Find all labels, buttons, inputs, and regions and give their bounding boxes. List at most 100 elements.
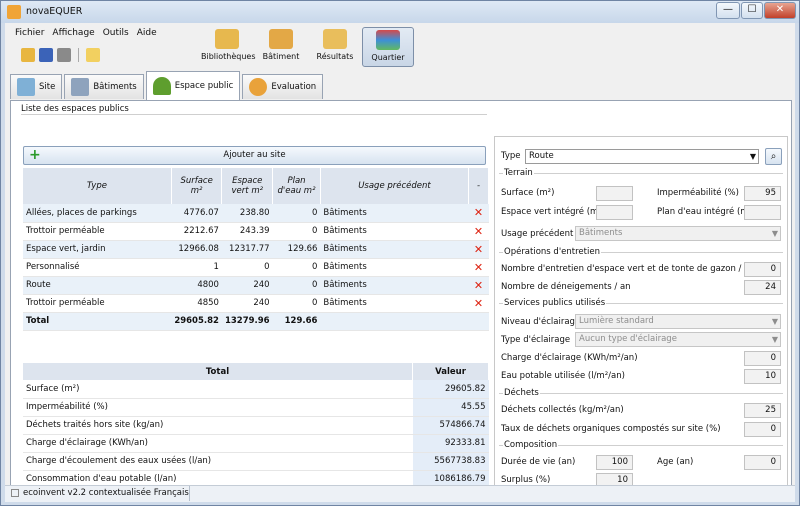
plan-eau-field[interactable] bbox=[744, 205, 781, 220]
eau-potable-field[interactable]: 10 bbox=[744, 369, 781, 384]
charge-eclairage-label: Charge d'éclairage (KWh/m²/an) bbox=[501, 353, 638, 363]
results-folder-icon bbox=[323, 29, 347, 49]
table-row[interactable]: Trottoir perméable 4850 240 0 Bâtiments … bbox=[23, 294, 489, 313]
tab-batiments-label: Bâtiments bbox=[93, 82, 137, 92]
new-folder-icon[interactable] bbox=[86, 48, 100, 62]
minimize-button[interactable]: — bbox=[716, 2, 740, 19]
col-surface[interactable]: Surface m² bbox=[171, 168, 223, 204]
toolbar-resultats-button[interactable]: Résultats bbox=[309, 27, 361, 67]
section-title: Liste des espaces publics bbox=[21, 104, 129, 114]
cell-espace-vert: 240 bbox=[221, 294, 273, 313]
menu-affichage[interactable]: Affichage bbox=[52, 28, 94, 38]
cell-espace-vert: 12317.77 bbox=[221, 240, 273, 259]
menu-aide[interactable]: Aide bbox=[137, 28, 157, 38]
impermeabilite-label: Imperméabilité (%) bbox=[657, 188, 739, 198]
total-row: Total 29605.82 13279.96 129.66 bbox=[23, 312, 489, 331]
add-to-site-button[interactable]: + Ajouter au site bbox=[23, 146, 486, 165]
app-window: novaEQUER — ☐ ✕ Fichier Affichage Outils… bbox=[0, 0, 800, 506]
table-row[interactable]: Espace vert, jardin 12966.08 12317.77 12… bbox=[23, 240, 489, 259]
charge-eclairage-field[interactable]: 0 bbox=[744, 351, 781, 366]
gazon-field[interactable]: 0 bbox=[744, 262, 781, 277]
cell-usage: Bâtiments bbox=[320, 240, 469, 259]
niveau-eclairage-label: Niveau d'éclairage bbox=[501, 317, 581, 327]
add-to-site-label: Ajouter au site bbox=[223, 150, 286, 160]
status-text: ecoinvent v2.2 contextualisée Français bbox=[23, 488, 189, 498]
deneigement-field[interactable]: 24 bbox=[744, 280, 781, 295]
espace-public-panel: Liste des espaces publics + Ajouter au s… bbox=[10, 100, 792, 491]
delete-icon[interactable]: ✕ bbox=[468, 258, 489, 277]
total-surface: 29605.82 bbox=[171, 312, 222, 331]
summary-value: 92333.81 bbox=[412, 434, 489, 453]
table-row[interactable]: Personnalisé 1 0 0 Bâtiments ✕ bbox=[23, 258, 489, 277]
surface-field[interactable] bbox=[596, 186, 633, 201]
toolbar-batiment-button[interactable]: Bâtiment bbox=[255, 27, 307, 67]
usage-precedent-select[interactable]: Bâtiments ▼ bbox=[575, 226, 781, 241]
delete-icon[interactable]: ✕ bbox=[468, 222, 489, 241]
niveau-eclairage-select[interactable]: Lumière standard ▼ bbox=[575, 314, 781, 329]
age-field[interactable]: 0 bbox=[744, 455, 781, 470]
summary-row: Surface (m²) 29605.82 bbox=[23, 380, 489, 399]
delete-icon[interactable]: ✕ bbox=[468, 294, 489, 313]
table-header: Type Surface m² Espace vert m² Plan d'ea… bbox=[23, 168, 489, 204]
delete-icon[interactable]: ✕ bbox=[468, 276, 489, 295]
chevron-down-icon: ▼ bbox=[771, 229, 778, 238]
buildings-icon bbox=[71, 78, 90, 96]
col-delete: - bbox=[468, 168, 489, 204]
close-button[interactable]: ✕ bbox=[764, 2, 796, 19]
toolbar-quartier-label: Quartier bbox=[371, 53, 405, 62]
app-logo-icon bbox=[7, 5, 21, 19]
toolbar-quartier-button[interactable]: Quartier bbox=[362, 27, 414, 67]
type-eclairage-select[interactable]: Aucun type d'éclairage ▼ bbox=[575, 332, 781, 347]
terrain-title: Terrain bbox=[503, 168, 534, 178]
tab-espace-public[interactable]: Espace public bbox=[145, 71, 241, 100]
cell-surface: 2212.67 bbox=[171, 222, 222, 241]
services-title: Services publics utilisés bbox=[503, 298, 607, 308]
toolbar-bibliotheques-button[interactable]: Bibliothèques bbox=[201, 27, 256, 67]
taux-dechets-field[interactable]: 0 bbox=[744, 422, 781, 437]
table-row[interactable]: Trottoir perméable 2212.67 243.39 0 Bâti… bbox=[23, 222, 489, 241]
summary-col-total[interactable]: Total bbox=[23, 363, 414, 380]
plan-eau-label: Plan d'eau intégré (m²) bbox=[657, 207, 756, 217]
section-divider bbox=[21, 114, 487, 115]
tools-icon[interactable] bbox=[57, 48, 71, 62]
table-row[interactable]: Allées, places de parkings 4776.07 238.8… bbox=[23, 204, 489, 223]
dechets-title: Déchets bbox=[503, 388, 540, 398]
table-row[interactable]: Route 4800 240 0 Bâtiments ✕ bbox=[23, 276, 489, 295]
public-spaces-table: Type Surface m² Espace vert m² Plan d'ea… bbox=[23, 168, 489, 331]
impermeabilite-field[interactable]: 95 bbox=[744, 186, 781, 201]
summary-col-valeur[interactable]: Valeur bbox=[412, 363, 489, 380]
toolbar-bibliotheques-label: Bibliothèques bbox=[201, 52, 256, 61]
district-map-icon bbox=[376, 30, 400, 50]
duree-vie-field[interactable]: 100 bbox=[596, 455, 633, 470]
type-select[interactable]: Route ▼ bbox=[525, 149, 759, 164]
search-button[interactable]: ⌕ bbox=[765, 148, 782, 165]
espace-vert-field[interactable] bbox=[596, 205, 633, 220]
tab-evaluation[interactable]: Evaluation bbox=[242, 74, 324, 99]
dechets-collectes-label: Déchets collectés (kg/m²/an) bbox=[501, 405, 624, 415]
site-map-icon bbox=[17, 78, 35, 96]
chevron-down-icon: ▼ bbox=[749, 152, 756, 161]
col-usage[interactable]: Usage précédent bbox=[320, 168, 470, 204]
col-plan-eau[interactable]: Plan d'eau m² bbox=[272, 168, 321, 204]
delete-icon[interactable]: ✕ bbox=[468, 240, 489, 259]
cell-type: Allées, places de parkings bbox=[23, 204, 172, 223]
search-icon: ⌕ bbox=[770, 151, 777, 162]
open-folder-icon[interactable] bbox=[21, 48, 35, 62]
main-tabs: Site Bâtiments Espace public Evaluation bbox=[10, 71, 324, 100]
menu-outils[interactable]: Outils bbox=[103, 28, 129, 38]
duree-vie-label: Durée de vie (an) bbox=[501, 457, 576, 467]
tab-site[interactable]: Site bbox=[10, 74, 63, 99]
tab-batiments[interactable]: Bâtiments bbox=[64, 74, 144, 99]
delete-icon[interactable]: ✕ bbox=[468, 204, 489, 223]
chevron-down-icon: ▼ bbox=[771, 317, 778, 326]
chevron-down-icon: ▼ bbox=[771, 335, 778, 344]
dechets-collectes-field[interactable]: 25 bbox=[744, 403, 781, 418]
col-espace-vert[interactable]: Espace vert m² bbox=[221, 168, 274, 204]
cell-type: Route bbox=[23, 276, 172, 295]
maximize-button[interactable]: ☐ bbox=[741, 2, 763, 19]
cell-type: Personnalisé bbox=[23, 258, 172, 277]
save-icon[interactable] bbox=[39, 48, 53, 62]
toolbar-separator bbox=[78, 48, 79, 62]
col-type[interactable]: Type bbox=[23, 168, 172, 204]
menu-fichier[interactable]: Fichier bbox=[15, 28, 44, 38]
